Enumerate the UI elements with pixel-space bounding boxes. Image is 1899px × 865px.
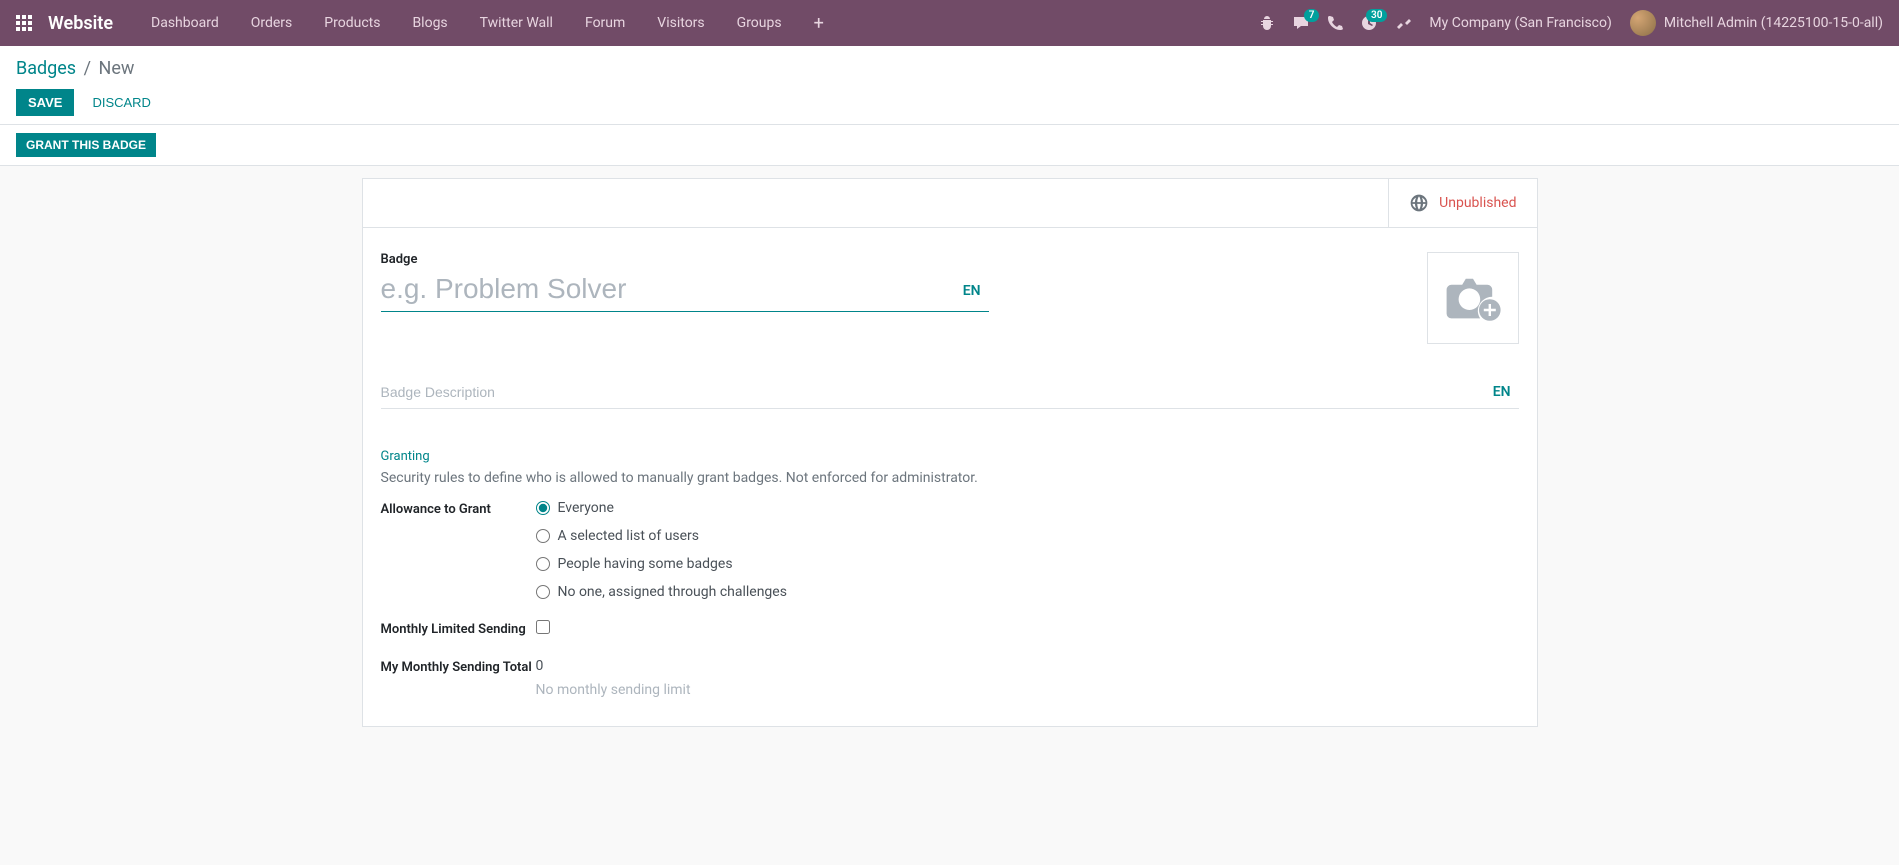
nav-dashboard[interactable]: Dashboard — [137, 0, 233, 46]
form-sheet: Unpublished Badge EN — [362, 178, 1538, 727]
monthly-total-label: My Monthly Sending Total — [381, 658, 536, 698]
breadcrumb-separator: / — [84, 58, 91, 79]
main-menu: Dashboard Orders Products Blogs Twitter … — [137, 0, 838, 46]
nav-add-menu[interactable]: + — [800, 13, 838, 34]
allowance-having-radio[interactable] — [536, 557, 550, 571]
allowance-noone-label: No one, assigned through challenges — [558, 584, 787, 600]
nav-visitors[interactable]: Visitors — [643, 0, 718, 46]
tools-icon[interactable] — [1395, 15, 1411, 31]
breadcrumb-parent[interactable]: Badges — [16, 58, 76, 79]
activities-count: 30 — [1366, 9, 1387, 22]
granting-section-desc: Security rules to define who is allowed … — [381, 470, 1519, 486]
allowance-selected[interactable]: A selected list of users — [536, 528, 1519, 544]
allowance-noone[interactable]: No one, assigned through challenges — [536, 584, 1519, 600]
allowance-radio-group: Everyone A selected list of users People… — [536, 500, 1519, 600]
monthly-limit-hint: No monthly sending limit — [536, 682, 1519, 698]
monthly-limited-checkbox[interactable] — [536, 620, 550, 634]
breadcrumb-current: New — [98, 58, 134, 79]
globe-icon — [1409, 193, 1429, 213]
allowance-noone-radio[interactable] — [536, 585, 550, 599]
allowance-selected-label: A selected list of users — [558, 528, 700, 544]
nav-forum[interactable]: Forum — [571, 0, 639, 46]
publish-toggle[interactable]: Unpublished — [1388, 179, 1536, 227]
company-selector[interactable]: My Company (San Francisco) — [1429, 15, 1611, 31]
allowance-label: Allowance to Grant — [381, 500, 536, 600]
publish-status-text: Unpublished — [1439, 195, 1516, 211]
allowance-everyone[interactable]: Everyone — [536, 500, 1519, 516]
phone-icon[interactable] — [1327, 15, 1343, 31]
monthly-limited-label: Monthly Limited Sending — [381, 620, 536, 638]
bug-icon[interactable] — [1259, 15, 1275, 31]
messages-icon[interactable]: 7 — [1293, 15, 1309, 31]
badge-name-input[interactable] — [381, 271, 943, 311]
allowance-everyone-label: Everyone — [558, 500, 614, 516]
user-menu[interactable]: Mitchell Admin (14225100-15-0-all) — [1630, 10, 1883, 36]
nav-blogs[interactable]: Blogs — [398, 0, 461, 46]
discard-button[interactable]: Discard — [82, 89, 161, 116]
allowance-selected-radio[interactable] — [536, 529, 550, 543]
granting-section-header: Granting — [381, 449, 1519, 464]
nav-products[interactable]: Products — [310, 0, 394, 46]
brand-title[interactable]: Website — [48, 13, 113, 34]
badge-image-upload[interactable] — [1427, 252, 1519, 344]
badge-description-input[interactable] — [381, 380, 1485, 404]
save-button[interactable]: Save — [16, 89, 74, 116]
user-avatar — [1630, 10, 1656, 36]
camera-plus-icon — [1443, 274, 1503, 322]
allowance-having-label: People having some badges — [558, 556, 733, 572]
apps-grid-icon[interactable] — [16, 15, 32, 31]
breadcrumb: Badges / New — [16, 58, 1883, 79]
grant-badge-button[interactable]: Grant this Badge — [16, 133, 156, 157]
allowance-everyone-radio[interactable] — [536, 501, 550, 515]
monthly-total-value: 0 — [536, 658, 1519, 674]
allowance-having[interactable]: People having some badges — [536, 556, 1519, 572]
nav-twitter-wall[interactable]: Twitter Wall — [466, 0, 567, 46]
messages-count: 7 — [1304, 9, 1320, 22]
activities-icon[interactable]: 30 — [1361, 15, 1377, 31]
badge-name-lang-button[interactable]: EN — [955, 279, 989, 303]
badge-desc-lang-button[interactable]: EN — [1485, 380, 1519, 404]
nav-orders[interactable]: Orders — [237, 0, 307, 46]
nav-groups[interactable]: Groups — [723, 0, 796, 46]
badge-name-label: Badge — [381, 252, 1407, 267]
user-name: Mitchell Admin (14225100-15-0-all) — [1664, 15, 1883, 31]
